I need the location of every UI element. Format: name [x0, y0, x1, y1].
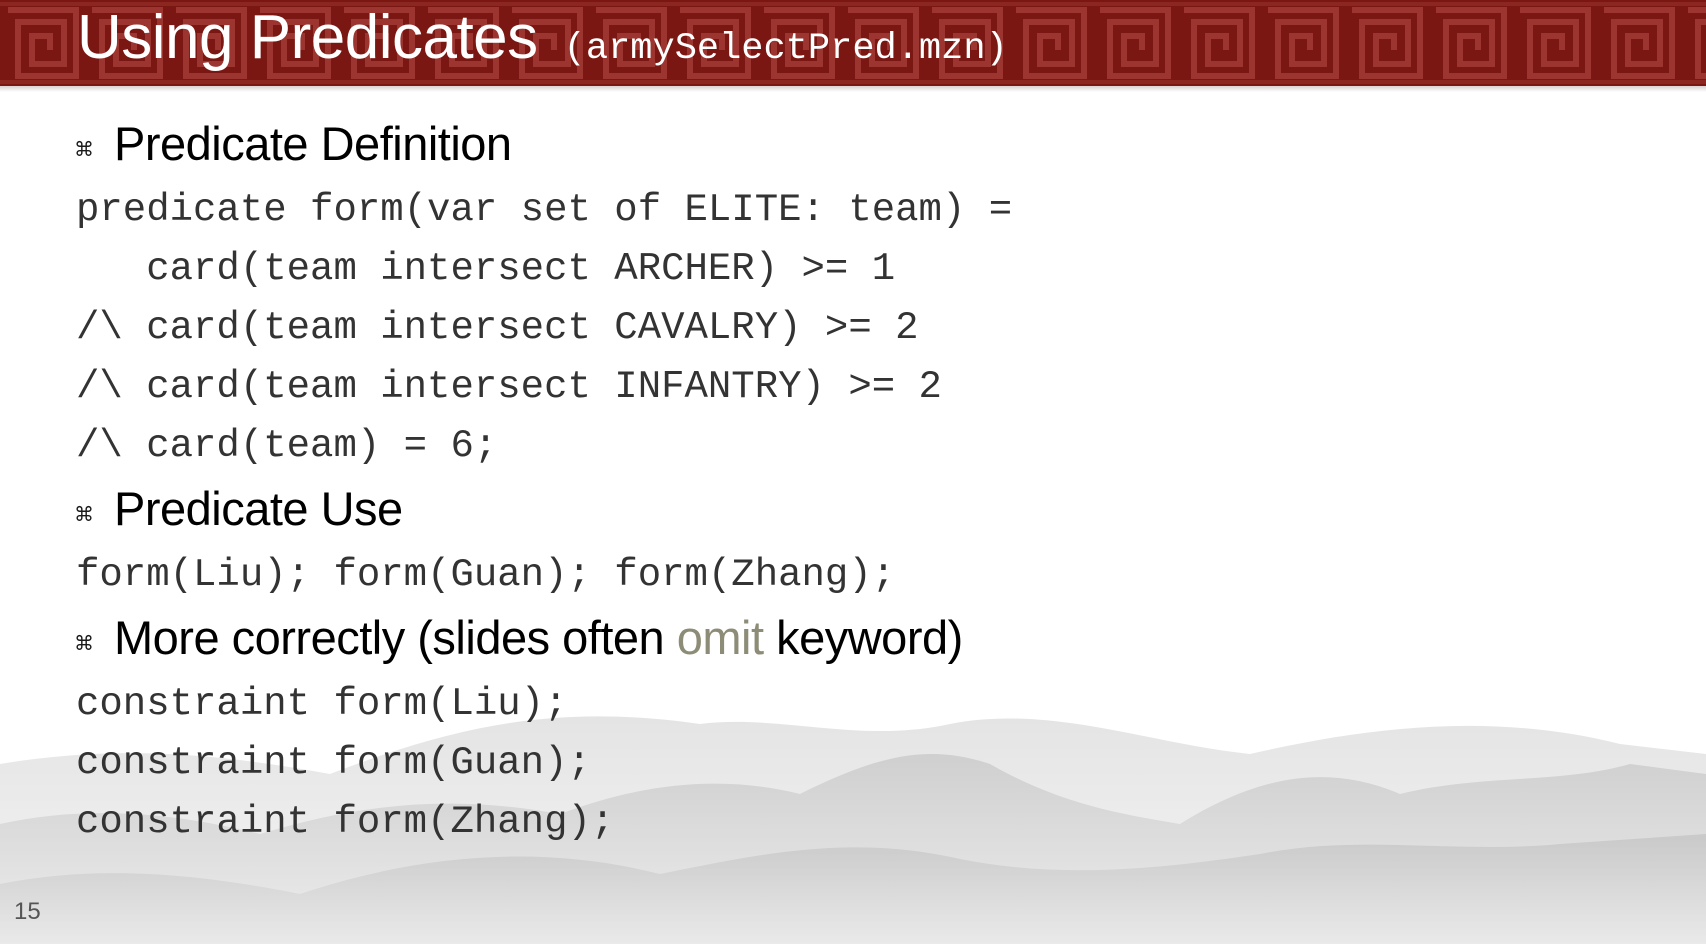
page-number: 15 [14, 898, 41, 925]
code-line: form(Liu); form(Guan); form(Zhang); [76, 553, 896, 597]
accent-word: omit [676, 611, 764, 664]
bullet-text-before: More correctly (slides often [114, 611, 677, 664]
code-line: constraint form(Guan); [76, 741, 591, 785]
title-filename: (armySelectPred.mzn) [563, 28, 1008, 70]
code-line: /\ card(team) = 6; [76, 424, 498, 468]
bullet-text: Predicate Definition [114, 117, 512, 170]
bullet-predicate-use: ⌘ Predicate Use [74, 481, 403, 536]
slide-title: Using Predicates (armySelectPred.mzn) [77, 2, 1008, 82]
bullet-text-after: keyword) [763, 611, 963, 664]
command-key-icon: ⌘ [74, 630, 94, 655]
code-line: predicate form(var set of ELITE: team) = [76, 188, 1013, 232]
code-line: constraint form(Liu); [76, 682, 568, 726]
code-line: card(team intersect ARCHER) >= 1 [76, 247, 896, 291]
bullet-text: More correctly (slides often omit keywor… [114, 610, 963, 665]
bullet-predicate-definition: ⌘ Predicate Definition [74, 116, 512, 171]
code-line: constraint form(Zhang); [76, 800, 615, 844]
command-key-icon: ⌘ [74, 136, 94, 161]
command-key-icon: ⌘ [74, 501, 94, 526]
title-banner: Using Predicates (armySelectPred.mzn) [0, 0, 1706, 86]
code-line: /\ card(team intersect CAVALRY) >= 2 [76, 306, 919, 350]
bullet-text: Predicate Use [114, 482, 403, 535]
banner-shadow [0, 86, 1706, 92]
code-line: /\ card(team intersect INFANTRY) >= 2 [76, 365, 942, 409]
page-title: Using Predicates [77, 3, 538, 72]
slide: Using Predicates (armySelectPred.mzn) ⌘ … [0, 0, 1706, 944]
bullet-more-correctly: ⌘ More correctly (slides often omit keyw… [74, 610, 963, 665]
